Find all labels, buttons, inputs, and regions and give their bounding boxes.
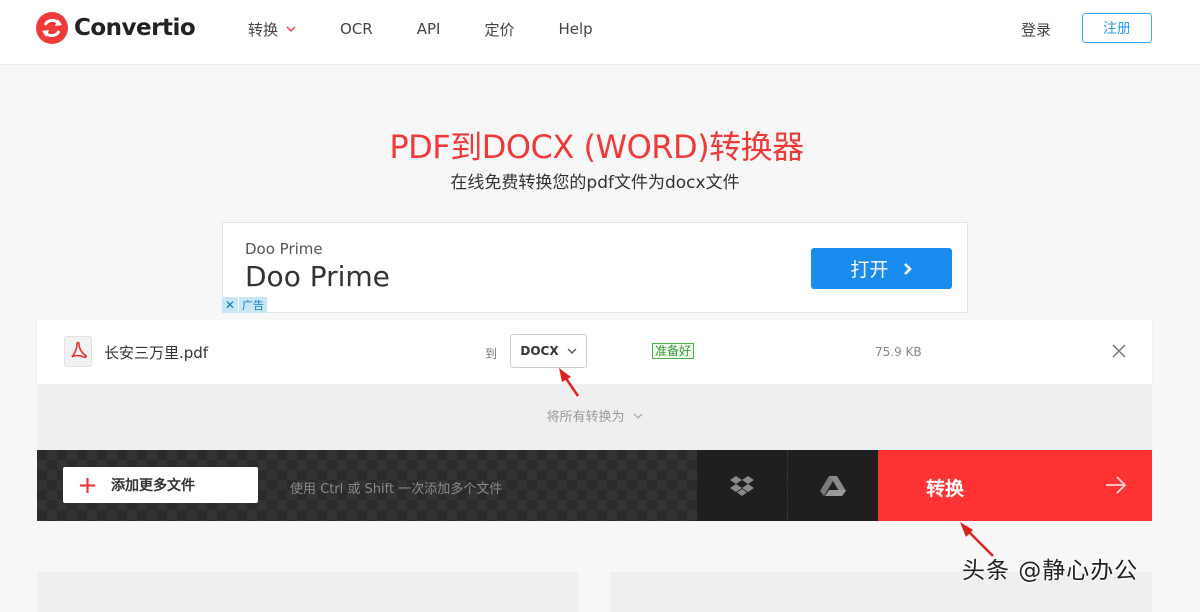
pdf-file-icon — [64, 336, 92, 367]
add-more-files-label: 添加更多文件 — [111, 478, 195, 494]
action-bar: 添加更多文件 使用 Ctrl 或 Shift 一次添加多个文件 转换 — [37, 450, 1152, 521]
chevron-down-icon — [286, 26, 296, 32]
dropbox-icon — [730, 475, 754, 496]
nav-item-label: 定价 — [484, 20, 515, 39]
target-format-value: DOCX — [520, 344, 559, 358]
nav-item-convert[interactable]: 转换 — [248, 19, 296, 40]
file-size: 75.9 KB — [875, 345, 922, 359]
chevron-down-icon — [567, 348, 577, 354]
google-drive-button[interactable] — [788, 450, 878, 521]
ad-open-button[interactable]: 打开 — [811, 248, 952, 289]
page-subtitle: 在线免费转换您的pdf文件为docx文件 — [450, 173, 740, 193]
nav-item-label: API — [416, 20, 441, 38]
page-title: PDF到DOCX (WORD)转换器 — [389, 128, 804, 166]
file-name: 长安三万里.pdf — [104, 344, 209, 362]
nav-item-label: Help — [558, 20, 593, 38]
login-link[interactable]: 登录 — [1021, 19, 1051, 40]
google-drive-icon — [820, 475, 846, 496]
to-label: 到 — [485, 347, 498, 361]
convert-all-label: 将所有转换为 — [546, 410, 625, 425]
ad-tag: ✕ 广告 — [222, 297, 267, 313]
watermark: 头条 @静心办公 — [962, 558, 1139, 584]
convertio-logo-icon — [36, 12, 68, 44]
multi-select-hint: 使用 Ctrl 或 Shift 一次添加多个文件 — [290, 482, 503, 497]
ad-advertiser: Doo Prime — [245, 240, 323, 258]
nav-item-label: 转换 — [248, 20, 279, 39]
plus-icon — [80, 477, 95, 493]
target-format-select[interactable]: DOCX — [510, 334, 587, 368]
brand-name: Convertio — [74, 15, 196, 41]
convert-label: 转换 — [926, 478, 965, 500]
info-card — [37, 572, 578, 612]
signup-button[interactable]: 注册 — [1082, 13, 1152, 43]
nav-item-help[interactable]: Help — [558, 20, 592, 38]
arrow-right-icon — [1106, 476, 1127, 494]
ad-open-label: 打开 — [850, 259, 889, 281]
chevron-down-icon — [633, 413, 642, 419]
convert-all-bar: 将所有转换为 — [37, 384, 1152, 450]
ad-close-button[interactable]: ✕ — [222, 297, 238, 313]
nav-item-ocr[interactable]: OCR — [340, 20, 373, 38]
nav-item-pricing[interactable]: 定价 — [484, 19, 514, 40]
ad-label: 广告 — [239, 297, 267, 313]
nav-item-api[interactable]: API — [417, 20, 441, 38]
dropbox-button[interactable] — [697, 450, 787, 521]
chevron-right-icon — [903, 262, 912, 275]
ad-headline: Doo Prime — [245, 260, 390, 293]
convert-all-dropdown[interactable]: 将所有转换为 — [37, 406, 1152, 425]
convert-button[interactable]: 转换 — [878, 450, 1152, 521]
logo[interactable]: Convertio — [36, 12, 196, 44]
status-badge: 准备好 — [652, 343, 695, 359]
file-row: 长安三万里.pdf 到 DOCX 准备好 75.9 KB — [37, 320, 1152, 384]
close-icon[interactable] — [1111, 343, 1127, 359]
main-nav: 转换 OCR API 定价 Help — [248, 0, 637, 58]
top-header: Convertio 转换 OCR API 定价 Help 登录 注册 — [0, 0, 1200, 65]
add-more-files-button[interactable]: 添加更多文件 — [63, 467, 258, 503]
nav-item-label: OCR — [340, 20, 373, 38]
ad-banner[interactable]: Doo Prime Doo Prime 打开 ✕ 广告 — [222, 222, 968, 313]
